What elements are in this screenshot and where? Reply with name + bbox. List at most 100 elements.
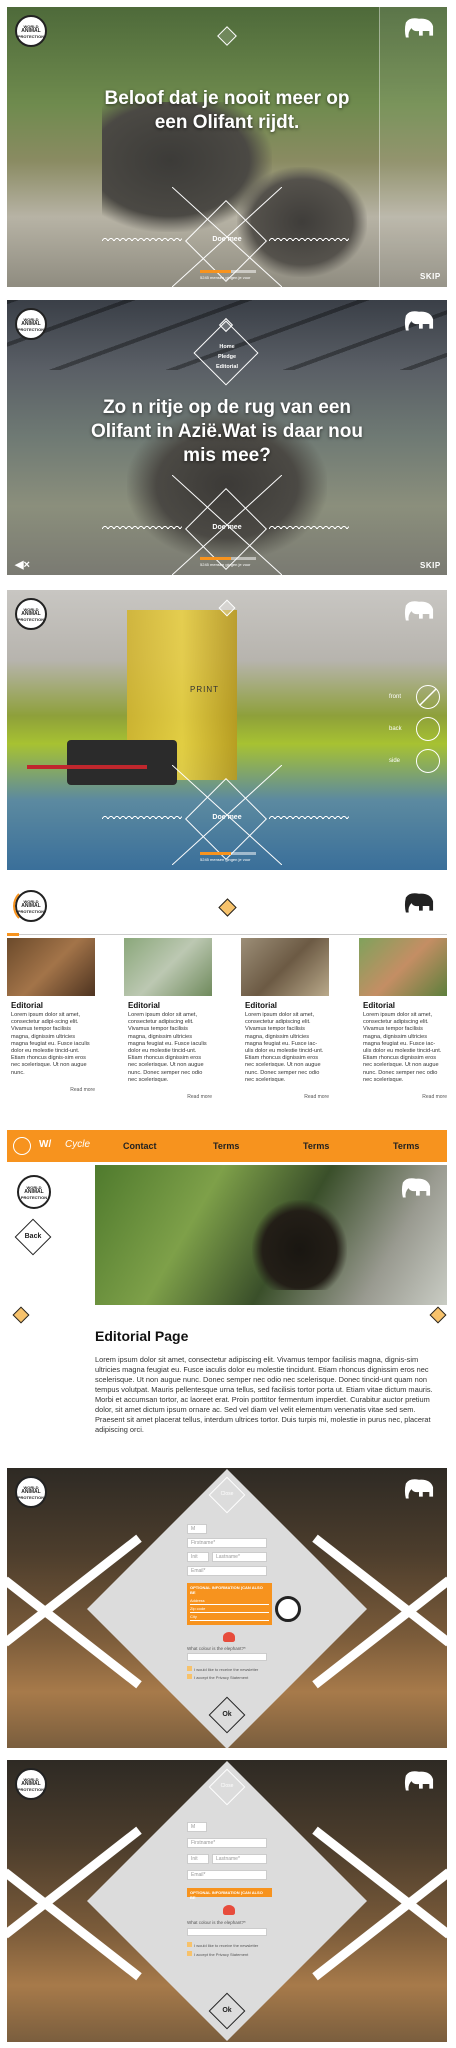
captcha-answer-input[interactable] bbox=[187, 1928, 267, 1936]
menu-diamond-icon[interactable] bbox=[217, 26, 237, 46]
address-input[interactable]: Address bbox=[190, 1598, 269, 1605]
nav-terms[interactable]: Terms bbox=[303, 1141, 329, 1151]
hero-screen-elephant-ride: WORLD ANIMAL PROTECTION Beloof dat je nooi… bbox=[7, 7, 447, 287]
card-body: Lorem ipsum dolor sit amet, consectetur … bbox=[363, 1012, 442, 1083]
world-animal-protection-logo[interactable]: WORLD ANIMAL PROTECTION bbox=[15, 308, 47, 340]
newsletter-checkbox[interactable]: I would like to receive the newsletter bbox=[187, 1666, 258, 1672]
elephant-logo-icon bbox=[404, 18, 434, 38]
nav-contact[interactable]: Contact bbox=[123, 1141, 157, 1151]
nav-terms[interactable]: Terms bbox=[393, 1141, 419, 1151]
card-body: Lorem ipsum dolor sit amet, consectetur … bbox=[245, 1012, 324, 1083]
back-button-label: Back bbox=[24, 1233, 42, 1240]
captcha-question: What colour is the elephant?* bbox=[187, 1920, 246, 1925]
firstname-input[interactable]: Firstname* bbox=[187, 1838, 267, 1848]
view-front[interactable]: front bbox=[387, 685, 442, 711]
newsletter-checkbox[interactable]: I would like to receive the newsletter bbox=[187, 1942, 258, 1948]
privacy-checkbox[interactable]: I accept the Privacy Statement bbox=[187, 1951, 248, 1957]
firstname-input[interactable]: Firstname* bbox=[187, 1538, 267, 1548]
elephant-logo-icon bbox=[404, 1479, 434, 1499]
close-button-label: Close bbox=[220, 1491, 234, 1497]
editorial-card[interactable]: Editorial Lorem ipsum dolor sit amet, co… bbox=[241, 938, 329, 1100]
speaker-mute-icon[interactable]: ◀× bbox=[15, 558, 30, 571]
ok-button-label: Ok bbox=[222, 1711, 232, 1718]
prev-arrow-diamond-icon[interactable] bbox=[12, 1306, 30, 1324]
editorial-detail-page: WORLD ANIMAL PROTECTION Back Editorial Pag… bbox=[7, 1165, 447, 1455]
elephant-logo-icon bbox=[404, 1771, 434, 1791]
read-more-link[interactable]: Read more bbox=[359, 1094, 447, 1100]
captcha-question: What colour is the elephant?* bbox=[187, 1646, 246, 1651]
salutation-select[interactable]: M bbox=[187, 1822, 207, 1832]
view-back-circle bbox=[416, 717, 440, 741]
partner-logo-icon[interactable]: W/ bbox=[39, 1139, 51, 1150]
card-image-child-elephant bbox=[7, 938, 95, 996]
pledge-count-text: 5245 mensen gingen je voor bbox=[200, 857, 251, 862]
pledge-form-screen: WORLD ANIMAL PROTECTION Close M Firstname*… bbox=[7, 1468, 447, 1748]
read-more-link[interactable]: Read more bbox=[124, 1094, 212, 1100]
world-animal-protection-logo[interactable]: WORLD ANIMAL PROTECTION bbox=[15, 15, 47, 47]
card-body: Lorem ipsum dolor sit amet, consectetur … bbox=[128, 1012, 207, 1083]
bear-silhouette bbox=[252, 1200, 347, 1290]
editorial-card[interactable]: Editorial Lorem ipsum dolor sit amet, co… bbox=[124, 938, 212, 1100]
view-front-slash-icon bbox=[419, 688, 437, 706]
card-title: Editorial bbox=[11, 1001, 44, 1010]
editorial-list-page: WORLD ANIMAL PROTECTION Editorial Lorem ip… bbox=[7, 880, 447, 1125]
footer-nav-bar: W/ Cycle Contact Terms Terms Terms bbox=[7, 1130, 447, 1162]
elephant-captcha-icon bbox=[223, 1632, 235, 1642]
menu-item-editorial[interactable]: Editorial bbox=[207, 362, 247, 372]
card-image-donkeys bbox=[241, 938, 329, 996]
skip-button[interactable]: SKIP bbox=[420, 561, 441, 570]
lastname-input[interactable]: Lastname* bbox=[212, 1854, 267, 1864]
view-back[interactable]: back bbox=[387, 717, 442, 743]
privacy-checkbox[interactable]: I accept the Privacy Statement bbox=[187, 1674, 248, 1680]
optional-info-toggle[interactable]: OPTIONAL INFORMATION (CAN ALSO BE bbox=[187, 1888, 272, 1900]
doe-mee-button[interactable]: Doe mee bbox=[205, 236, 249, 243]
pledge-progress-bar bbox=[200, 557, 256, 560]
menu-diamond-icon[interactable] bbox=[218, 898, 237, 917]
captcha-answer-input[interactable] bbox=[187, 1653, 267, 1661]
pledge-form-screen-completed: WORLD ANIMAL PROTECTION Close M Firstname*… bbox=[7, 1760, 447, 2042]
pledge-count-text: 5245 mensen gingen je voor bbox=[200, 275, 251, 280]
email-input[interactable]: Email* bbox=[187, 1870, 267, 1880]
email-input[interactable]: Email* bbox=[187, 1566, 267, 1576]
zoom-magnifier-icon bbox=[275, 1596, 301, 1622]
doe-mee-button[interactable]: Doe mee bbox=[205, 524, 249, 531]
pledge-progress-fill bbox=[200, 852, 231, 855]
skip-button[interactable]: SKIP bbox=[420, 272, 441, 281]
initials-input[interactable]: Init bbox=[187, 1552, 209, 1562]
zipcode-input[interactable]: Zip code bbox=[190, 1606, 269, 1613]
next-arrow-diamond-icon[interactable] bbox=[429, 1306, 447, 1324]
close-button-label: Close bbox=[220, 1783, 234, 1789]
lastname-input[interactable]: Lastname* bbox=[212, 1552, 267, 1562]
initials-input[interactable]: Init bbox=[187, 1854, 209, 1864]
nav-terms[interactable]: Terms bbox=[213, 1141, 239, 1151]
doe-mee-button[interactable]: Doe mee bbox=[205, 814, 249, 821]
pledge-progress-bar bbox=[200, 852, 256, 855]
menu-item-home[interactable]: Home bbox=[207, 342, 247, 352]
right-strip bbox=[379, 7, 447, 287]
scroll-accent bbox=[7, 933, 19, 936]
wap-small-logo-icon[interactable] bbox=[13, 1137, 31, 1155]
salutation-select[interactable]: M bbox=[187, 1524, 207, 1534]
read-more-link[interactable]: Read more bbox=[7, 1087, 95, 1093]
editorial-card[interactable]: Editorial Lorem ipsum dolor sit amet, co… bbox=[359, 938, 447, 1100]
world-animal-protection-logo[interactable]: WORLD ANIMAL PROTECTION bbox=[15, 598, 47, 630]
world-animal-protection-logo[interactable]: WORLD ANIMAL PROTECTION bbox=[15, 1476, 47, 1508]
ok-button-label: Ok bbox=[222, 2007, 232, 2014]
elephant-logo-icon bbox=[401, 1178, 431, 1198]
editorial-card[interactable]: Editorial Lorem ipsum dolor sit amet, co… bbox=[7, 938, 95, 1093]
world-animal-protection-logo[interactable]: WORLD ANIMAL PROTECTION bbox=[17, 1175, 51, 1209]
partner-script-logo-icon[interactable]: Cycle bbox=[65, 1139, 90, 1150]
city-input[interactable]: City bbox=[190, 1614, 269, 1621]
editorial-page-body: Lorem ipsum dolor sit amet, consectetur … bbox=[95, 1355, 433, 1434]
printer-head-dark bbox=[67, 740, 177, 785]
pledge-progress-fill bbox=[200, 270, 231, 273]
view-side[interactable]: side bbox=[387, 749, 442, 775]
read-more-link[interactable]: Read more bbox=[241, 1094, 329, 1100]
wave-left bbox=[102, 235, 182, 241]
pledge-progress-bar bbox=[200, 270, 256, 273]
optional-info-heading: OPTIONAL INFORMATION (CAN ALSO BE bbox=[190, 1585, 263, 1595]
wave-left bbox=[102, 813, 182, 819]
optional-info-panel: OPTIONAL INFORMATION (CAN ALSO BE Addres… bbox=[187, 1583, 272, 1625]
world-animal-protection-logo[interactable]: WORLD ANIMAL PROTECTION bbox=[15, 1768, 47, 1800]
menu-item-pledge[interactable]: Pledge bbox=[207, 352, 247, 362]
